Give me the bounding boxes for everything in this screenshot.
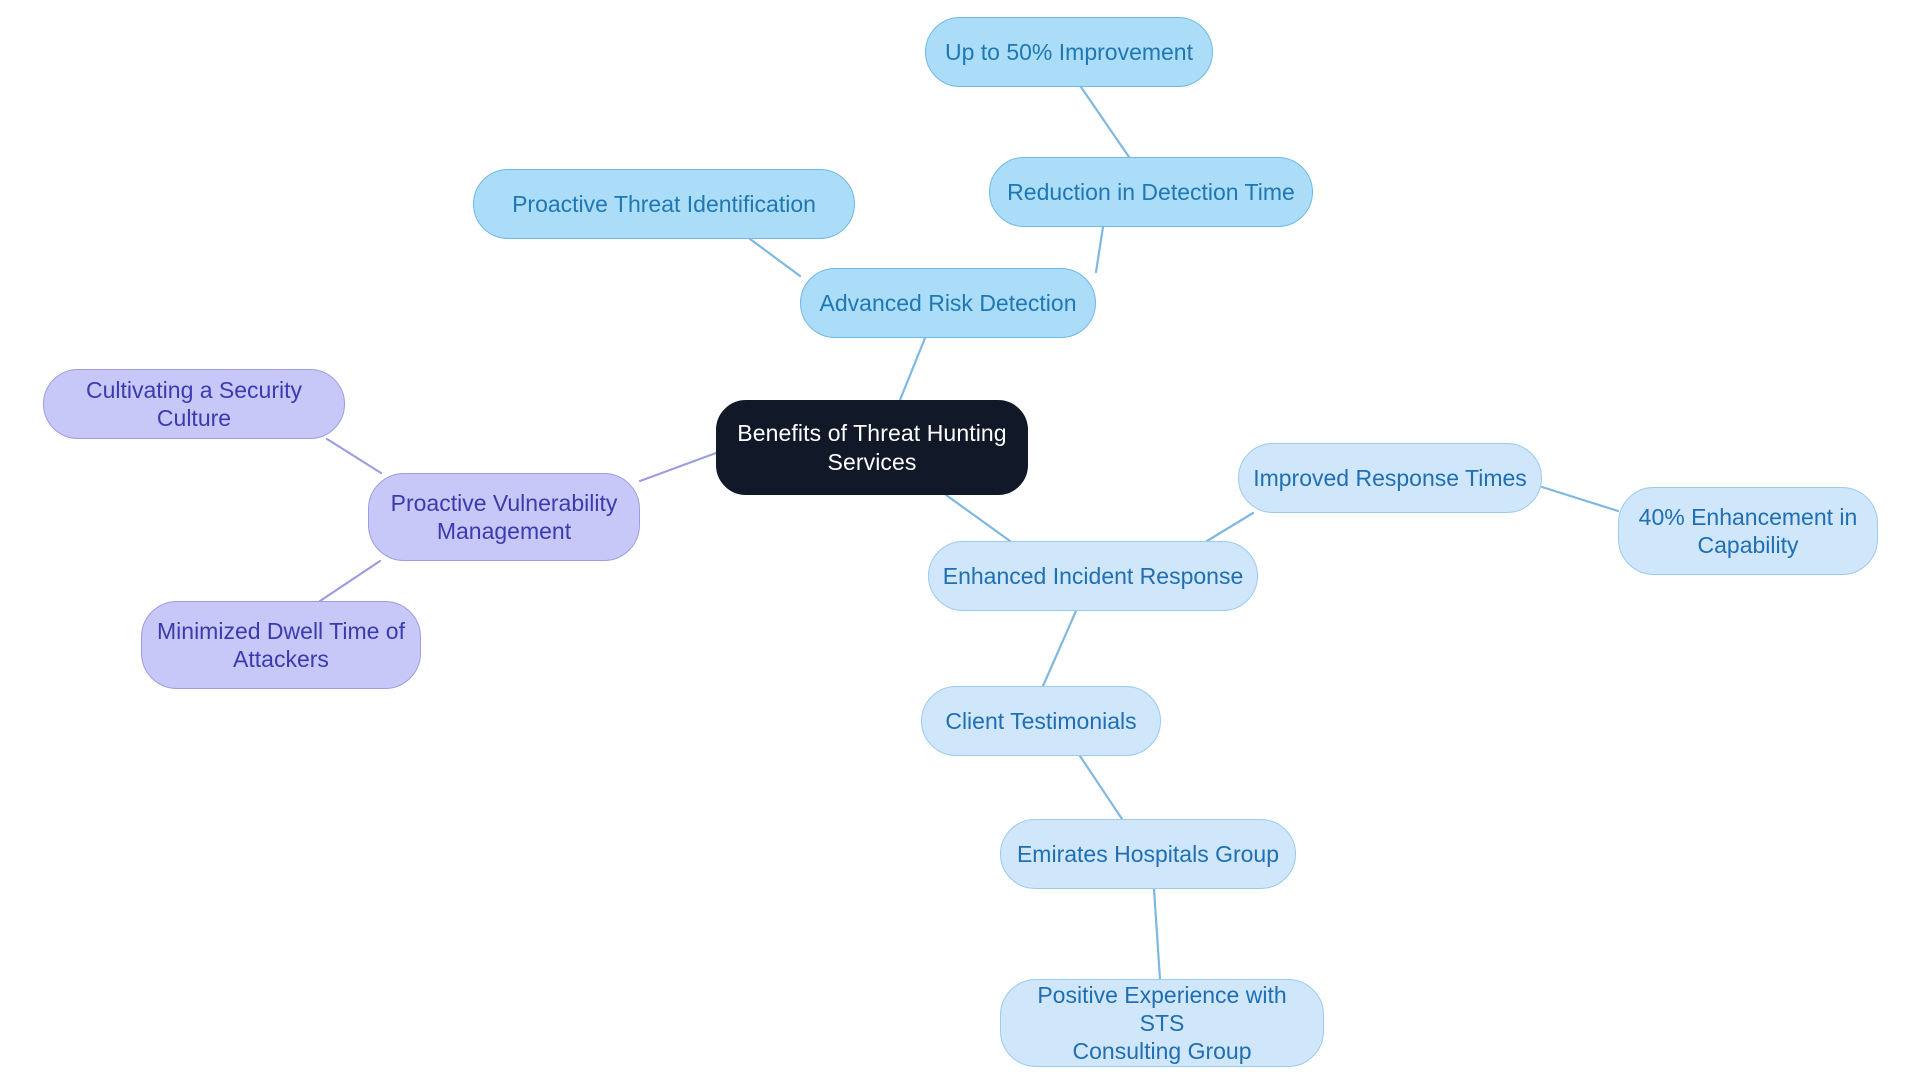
mindmap-canvas: Benefits of Threat Hunting Services Advan… (0, 0, 1920, 1083)
mindmap-node-cultivating-a-security-culture[interactable]: Cultivating a Security Culture (43, 369, 345, 439)
mindmap-node-client-testimonials[interactable]: Client Testimonials (921, 686, 1161, 756)
mindmap-connector (1205, 511, 1255, 543)
mindmap-node-label: Benefits of Threat Hunting Services (737, 420, 1007, 475)
mindmap-connector (318, 559, 382, 603)
mindmap-node-label: Cultivating a Security Culture (85, 376, 303, 431)
mindmap-connector (1079, 85, 1131, 159)
mindmap-node-label: Improved Response Times (1253, 464, 1527, 491)
mindmap-node-advanced-risk-detection[interactable]: Advanced Risk Detection (800, 268, 1096, 338)
mindmap-connector (325, 437, 383, 475)
mindmap-connector (944, 493, 1012, 543)
mindmap-node-label: Up to 50% Improvement (944, 38, 1193, 65)
mindmap-node-label: Client Testimonials (945, 707, 1137, 734)
mindmap-connector (1078, 754, 1124, 821)
mindmap-node-label: Enhanced Incident Response (942, 562, 1244, 589)
mindmap-node-up-to-50-improvement[interactable]: Up to 50% Improvement (925, 17, 1213, 87)
mindmap-node-root[interactable]: Benefits of Threat Hunting Services (716, 400, 1028, 495)
mindmap-node-40-enhancement-in-capability[interactable]: 40% Enhancement in Capability (1618, 487, 1878, 575)
mindmap-node-positive-experience-with-sts-consulting-group[interactable]: Positive Experience with STS Consulting … (1000, 979, 1324, 1067)
mindmap-node-label: 40% Enhancement in Capability (1638, 503, 1858, 558)
mindmap-node-proactive-threat-identification[interactable]: Proactive Threat Identification (473, 169, 855, 239)
mindmap-node-improved-response-times[interactable]: Improved Response Times (1238, 443, 1542, 513)
mindmap-node-label: Emirates Hospitals Group (1016, 840, 1280, 867)
mindmap-connector (1152, 887, 1162, 981)
mindmap-connector (748, 237, 802, 278)
mindmap-connector (898, 336, 927, 402)
mindmap-connector (1041, 609, 1078, 688)
mindmap-connector (638, 451, 718, 483)
mindmap-node-label: Minimized Dwell Time of Attackers (157, 617, 405, 672)
mindmap-node-label: Advanced Risk Detection (819, 289, 1077, 316)
mindmap-node-minimized-dwell-time-of-attackers[interactable]: Minimized Dwell Time of Attackers (141, 601, 421, 689)
mindmap-node-enhanced-incident-response[interactable]: Enhanced Incident Response (928, 541, 1258, 611)
mindmap-node-proactive-vulnerability-management[interactable]: Proactive Vulnerability Management (368, 473, 640, 561)
mindmap-connector (1540, 485, 1620, 513)
mindmap-node-label: Positive Experience with STS Consulting … (1037, 981, 1287, 1065)
mindmap-connector (1094, 225, 1105, 274)
mindmap-node-reduction-in-detection-time[interactable]: Reduction in Detection Time (989, 157, 1313, 227)
mindmap-node-label: Proactive Threat Identification (512, 190, 816, 217)
mindmap-node-label: Proactive Vulnerability Management (390, 489, 618, 544)
mindmap-node-emirates-hospitals-group[interactable]: Emirates Hospitals Group (1000, 819, 1296, 889)
mindmap-node-label: Reduction in Detection Time (1007, 178, 1295, 205)
